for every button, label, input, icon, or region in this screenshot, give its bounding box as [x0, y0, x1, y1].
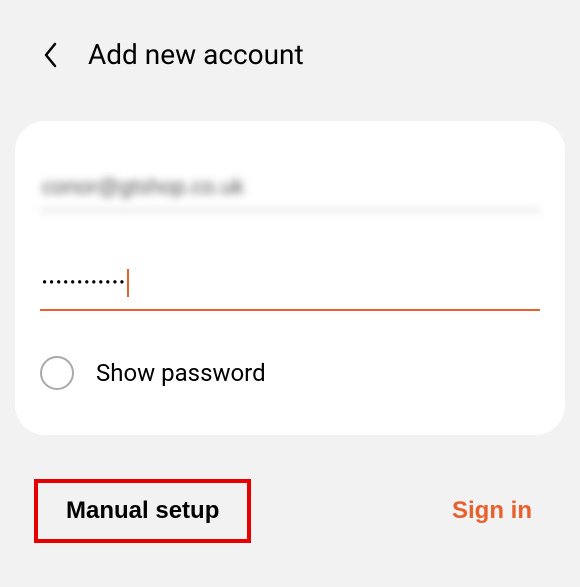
checkbox-icon[interactable]: [40, 356, 74, 390]
button-row: Manual setup Sign in: [0, 435, 580, 539]
email-field[interactable]: [40, 166, 540, 211]
sign-in-button[interactable]: Sign in: [442, 483, 542, 539]
manual-setup-button[interactable]: Manual setup: [38, 483, 247, 539]
email-input-wrapper: [40, 166, 540, 211]
show-password-label: Show password: [96, 359, 266, 387]
text-cursor: [127, 269, 129, 297]
form-card: •••••••••••• Show password: [15, 121, 565, 435]
password-field[interactable]: ••••••••••••: [40, 261, 540, 311]
password-masked-value: ••••••••••••: [42, 275, 126, 291]
back-icon[interactable]: [40, 45, 60, 65]
manual-setup-wrapper: Manual setup: [38, 483, 247, 539]
header: Add new account: [0, 0, 580, 91]
page-title: Add new account: [88, 38, 304, 71]
show-password-row[interactable]: Show password: [40, 351, 540, 405]
